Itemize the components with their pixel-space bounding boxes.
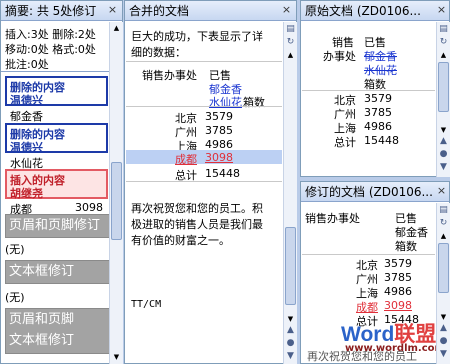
- scroll-up-icon[interactable]: ▲: [438, 231, 449, 241]
- watermark-url: www.wordlm.com: [345, 343, 445, 354]
- scroll-thumb[interactable]: [111, 162, 122, 240]
- prev-page-icon[interactable]: ▲: [285, 325, 296, 336]
- merged-unit: 箱数: [243, 96, 265, 109]
- merged-row-city: 成都: [175, 153, 197, 166]
- document-icon[interactable]: ▤: [285, 24, 296, 35]
- scroll-thumb[interactable]: [438, 243, 449, 293]
- merged-row-value: 3098: [205, 151, 233, 164]
- revised-scrollbar[interactable]: ▤ ↻ ▲ ▼ ▲ ● ▼: [436, 203, 450, 364]
- select-browse-icon[interactable]: ●: [285, 338, 296, 349]
- scroll-thumb[interactable]: [438, 62, 449, 112]
- refresh-icon[interactable]: ↻: [285, 37, 296, 48]
- refresh-icon[interactable]: ↻: [438, 218, 449, 229]
- merged-intro-2: 细的数据：: [131, 46, 186, 59]
- scroll-thumb[interactable]: [285, 227, 296, 305]
- original-document-pane: 原始文档 (ZD0106... × 销售 已售 办事处 郁金香 水仙花 箱数 北京…: [300, 0, 450, 177]
- next-page-icon[interactable]: ▼: [438, 162, 449, 173]
- summary-pane: 摘要: 共 5处修订 × 插入:3处 删除:2处 移动:0处 格式:0处 批注:0…: [0, 0, 123, 364]
- original-row-value: 3579: [364, 92, 392, 105]
- header-footer-none: (无): [5, 243, 25, 256]
- revised-row-value: 3579: [384, 257, 412, 270]
- scroll-down-icon[interactable]: ▼: [438, 312, 449, 322]
- merged-intro-1: 巨大的成功，下表显示了详: [131, 30, 263, 43]
- header-footer-revisions[interactable]: 页眉和页脚修订: [5, 214, 116, 238]
- document-icon[interactable]: ▤: [438, 24, 449, 35]
- close-icon[interactable]: ×: [280, 4, 293, 17]
- summary-scrollbar[interactable]: ▲ ▼: [109, 22, 123, 364]
- revised-unit: 箱数: [395, 240, 417, 253]
- original-col-office-2: 办事处: [323, 50, 356, 63]
- original-scrollbar[interactable]: ▤ ↻ ▲ ▼ ▲ ● ▼: [436, 22, 450, 177]
- merged-row-value: 3785: [205, 124, 233, 137]
- scroll-down-icon[interactable]: ▼: [111, 352, 122, 362]
- merged-flower-2: 水仙花: [209, 96, 242, 109]
- close-icon[interactable]: ×: [106, 4, 119, 17]
- merged-col-office: 销售办事处: [142, 69, 197, 82]
- original-row-value: 4986: [364, 120, 392, 133]
- scroll-up-icon[interactable]: ▲: [438, 50, 449, 60]
- close-icon[interactable]: ×: [435, 185, 448, 198]
- merged-scrollbar[interactable]: ▤ ↻ ▲ ▼ ▲ ● ▼: [283, 22, 297, 364]
- revision-context-1: 郁金香: [10, 110, 43, 123]
- prev-page-icon[interactable]: ▲: [438, 136, 449, 147]
- merged-para-2: 极进取的销售人员是我们最: [131, 218, 263, 231]
- revised-document-pane: 修订的文档 (ZD0106... × 销售办事处 已售 郁金香 箱数 北京 357…: [300, 181, 450, 364]
- revised-row-value: 4986: [384, 285, 412, 298]
- summary-stats-1: 插入:3处 删除:2处: [5, 28, 96, 41]
- textbox-revisions[interactable]: 文本框修订: [5, 260, 116, 284]
- refresh-icon[interactable]: ↻: [438, 37, 449, 48]
- merged-row-value: 3579: [205, 110, 233, 123]
- revised-row-value: 3785: [384, 271, 412, 284]
- original-row-city: 总计: [334, 136, 356, 149]
- next-page-icon[interactable]: ▼: [285, 351, 296, 362]
- merged-para-1: 再次祝贺您和您的员工。积: [131, 202, 263, 215]
- scroll-down-icon[interactable]: ▼: [285, 314, 296, 324]
- revision-deleted-2[interactable]: 删除的内容 温德兴: [5, 123, 108, 154]
- merged-signature: TT/CM: [131, 299, 162, 310]
- revised-col-office: 销售办事处: [305, 212, 360, 225]
- revision-inserted[interactable]: 插入的内容 胡继尧: [5, 169, 108, 200]
- merged-para-3: 有价值的财富之一。: [131, 234, 230, 247]
- close-icon[interactable]: ×: [435, 4, 448, 17]
- merged-document-pane: 合并的文档 × 巨大的成功，下表显示了详 细的数据： 销售办事处 已售 郁金香 水…: [124, 0, 297, 364]
- scroll-up-icon[interactable]: ▲: [111, 23, 122, 33]
- document-icon[interactable]: ▤: [438, 205, 449, 216]
- revision-context-3-value: 3098: [75, 201, 103, 214]
- next-page-icon[interactable]: ▼: [438, 349, 449, 360]
- select-browse-icon[interactable]: ●: [438, 336, 449, 347]
- merged-title: 合并的文档 ×: [125, 1, 296, 21]
- summary-stats-3: 批注:0处: [5, 58, 49, 71]
- merged-highlight-row: [126, 150, 282, 164]
- original-row-value: 3785: [364, 106, 392, 119]
- hf-textbox-revisions[interactable]: 页眉和页脚 文本框修订: [5, 308, 116, 354]
- revised-row-value: 3098: [384, 299, 412, 312]
- original-row-value: 15448: [364, 134, 399, 147]
- select-browse-icon[interactable]: ●: [438, 149, 449, 160]
- summary-stats-2: 移动:0处 格式:0处: [5, 43, 96, 56]
- revision-deleted-1[interactable]: 删除的内容 温德兴: [5, 76, 108, 107]
- merged-row-value: 15448: [205, 167, 240, 180]
- textbox-none: (无): [5, 291, 25, 304]
- scroll-down-icon[interactable]: ▼: [438, 125, 449, 135]
- prev-page-icon[interactable]: ▲: [438, 323, 449, 334]
- original-title: 原始文档 (ZD0106... ×: [301, 1, 449, 21]
- scroll-up-icon[interactable]: ▲: [285, 50, 296, 60]
- revised-title: 修订的文档 (ZD0106... ×: [301, 182, 449, 202]
- summary-title: 摘要: 共 5处修订 ×: [1, 1, 122, 21]
